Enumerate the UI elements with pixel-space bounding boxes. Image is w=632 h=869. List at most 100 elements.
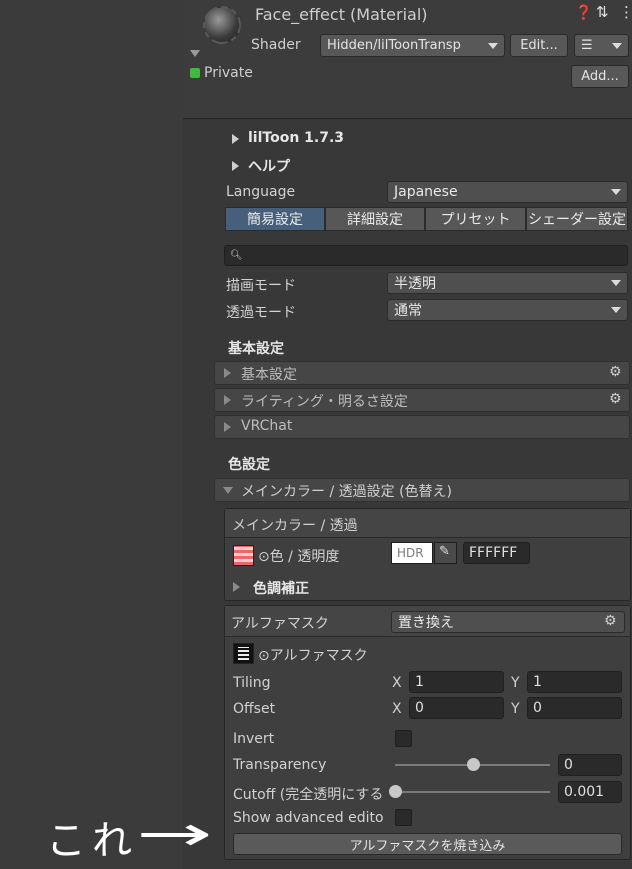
liltoon-foldout-icon[interactable] — [232, 134, 239, 144]
offset-x-field[interactable]: 0 — [409, 697, 504, 719]
tab-label: プリセット — [440, 212, 511, 228]
language-label: Language — [226, 184, 296, 200]
cutoff-value: 0.001 — [564, 784, 605, 800]
tiling-x-value: 1 — [415, 674, 424, 690]
foldout-vrchat[interactable]: VRChat — [214, 415, 630, 439]
render-mode-label: 描画モード — [226, 278, 296, 294]
transparent-mode-label: 透過モード — [226, 305, 296, 321]
tab-presets[interactable]: プリセット — [425, 207, 526, 231]
material-title: Face_effect (Material) — [255, 5, 428, 24]
offset-y-label: Y — [511, 701, 520, 717]
chevron-right-icon — [224, 422, 231, 432]
search-input[interactable]: 🔍︎ — [224, 245, 628, 266]
list-icon: ☰ — [581, 38, 593, 53]
tab-shader-settings[interactable]: シェーダー設定 — [526, 207, 628, 231]
offset-label: Offset — [233, 701, 276, 717]
hex-value: FFFFFF — [469, 545, 518, 561]
bake-alpha-mask-button[interactable]: アルファマスクを焼き込み — [233, 833, 622, 855]
shader-value: Hidden/lilToonTransp — [327, 38, 461, 53]
edit-button[interactable]: Edit... — [510, 34, 568, 57]
tab-advanced-settings[interactable]: 詳細設定 — [325, 207, 425, 231]
tone-correction-label[interactable]: 色調補正 — [253, 578, 309, 598]
hdr-color-swatch[interactable]: HDR — [391, 542, 433, 564]
shader-label: Shader — [251, 37, 301, 53]
help-title[interactable]: ヘルプ — [248, 156, 290, 176]
alpha-mask-texture-label: ⊙アルファマスク — [258, 648, 368, 664]
gear-icon[interactable]: ⚙ — [609, 392, 622, 406]
transparency-field[interactable]: 0 — [558, 754, 622, 776]
gear-icon[interactable]: ⚙ — [604, 614, 617, 628]
bake-button-label: アルファマスクを焼き込み — [349, 838, 506, 854]
cutoff-slider-track[interactable] — [395, 791, 550, 793]
tab-label: 簡易設定 — [247, 212, 303, 228]
language-dropdown[interactable]: Japanese — [387, 181, 628, 203]
offset-y-value: 0 — [533, 700, 542, 716]
chevron-right-icon[interactable] — [233, 582, 240, 592]
foldout-label: メインカラー / 透過設定 (色替え) — [241, 484, 452, 500]
offset-x-label: X — [392, 701, 402, 717]
transparency-value: 0 — [564, 757, 573, 773]
language-value: Japanese — [394, 184, 458, 200]
show-advanced-checkbox[interactable] — [395, 809, 412, 826]
basic-settings-header: 基本設定 — [228, 341, 284, 357]
foldout-lighting-settings[interactable]: ライティング・明るさ設定 ⚙ — [214, 388, 630, 412]
chevron-down-icon — [611, 307, 621, 313]
tab-label: 詳細設定 — [347, 212, 403, 228]
preset-icon[interactable]: ⇅ — [596, 3, 609, 21]
alpha-mask-thumbnail[interactable] — [233, 643, 254, 664]
hdr-label: HDR — [397, 546, 424, 560]
liltoon-title[interactable]: lilToon 1.7.3 — [248, 130, 344, 146]
list-menu-button[interactable]: ☰ — [574, 34, 629, 57]
tab-simple-settings[interactable]: 簡易設定 — [225, 207, 325, 231]
foldout-label: ライティング・明るさ設定 — [241, 394, 408, 410]
chevron-down-icon — [611, 189, 621, 195]
color-alpha-label: ⊙色 / 透明度 — [258, 549, 340, 565]
chevron-right-icon — [224, 368, 231, 378]
invert-label: Invert — [233, 731, 275, 747]
alpha-mask-pattern — [238, 647, 249, 660]
main-texture-thumbnail[interactable] — [233, 545, 254, 566]
chevron-down-icon — [223, 487, 233, 494]
tiling-y-field[interactable]: 1 — [527, 671, 622, 693]
tiling-x-field[interactable]: 1 — [409, 671, 504, 693]
search-icon: 🔍︎ — [230, 250, 243, 261]
eyedropper-icon: ✎ — [439, 544, 450, 559]
more-menu-icon[interactable]: ⋮ — [619, 3, 632, 21]
hex-color-field[interactable]: FFFFFF — [463, 542, 530, 564]
collapse-arrow-icon[interactable] — [190, 50, 200, 57]
chevron-down-icon — [612, 42, 622, 49]
tab-label: シェーダー設定 — [528, 212, 626, 228]
tiling-x-label: X — [392, 675, 402, 691]
transparency-slider-handle[interactable] — [466, 758, 480, 771]
annotation-text: これ — [46, 818, 138, 864]
render-mode-dropdown[interactable]: 半透明 — [387, 272, 628, 294]
gear-icon[interactable]: ⚙ — [609, 365, 622, 379]
tiling-y-value: 1 — [533, 674, 542, 690]
cutoff-slider-handle[interactable] — [389, 785, 403, 798]
alpha-mask-mode-value: 置き換え — [398, 615, 454, 631]
foldout-basic-settings[interactable]: 基本設定 ⚙ — [214, 361, 630, 385]
alpha-mask-title: アルファマスク — [231, 616, 329, 632]
foldout-label: 基本設定 — [241, 367, 297, 383]
transparent-mode-dropdown[interactable]: 通常 — [387, 299, 628, 321]
main-color-box: メインカラー / 透過 ⊙色 / 透明度 HDR ✎ FFFFFF 色調補正 — [224, 508, 631, 601]
invert-checkbox[interactable] — [395, 730, 412, 747]
chevron-down-icon — [611, 280, 621, 286]
offset-y-field[interactable]: 0 — [527, 697, 622, 719]
transparent-mode-value: 通常 — [394, 303, 422, 319]
add-button[interactable]: Add... — [571, 65, 629, 88]
eyedropper-button[interactable]: ✎ — [434, 542, 457, 564]
help-foldout-icon[interactable] — [232, 161, 239, 171]
transparency-label: Transparency — [233, 757, 327, 773]
cutoff-field[interactable]: 0.001 — [558, 781, 622, 803]
render-mode-value: 半透明 — [394, 276, 436, 292]
help-icon[interactable]: ❓ — [575, 5, 592, 21]
annotation-arrow: → — [136, 806, 213, 862]
show-advanced-label: Show advanced edito — [233, 810, 384, 826]
tiling-y-label: Y — [511, 675, 520, 691]
alpha-mask-mode-dropdown[interactable]: 置き換え ⚙ — [391, 611, 625, 633]
shader-dropdown[interactable]: Hidden/lilToonTransp — [320, 34, 505, 57]
foldout-main-color[interactable]: メインカラー / 透過設定 (色替え) — [214, 478, 630, 502]
offset-x-value: 0 — [415, 700, 424, 716]
private-checkbox[interactable] — [190, 68, 200, 78]
